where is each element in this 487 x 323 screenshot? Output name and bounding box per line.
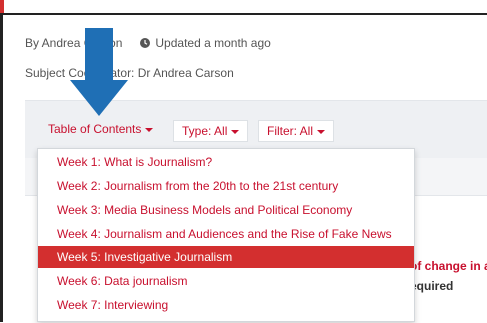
dropdown-item-week-7[interactable]: Week 7: Interviewing (38, 294, 414, 316)
table-of-contents-button[interactable]: Table of Contents (36, 117, 165, 143)
obscured-heading-text: of change in a (410, 259, 487, 273)
top-bar-accent (0, 0, 4, 13)
dropdown-item-week-3[interactable]: Week 3: Media Business Models and Politi… (38, 199, 414, 221)
dropdown-item-week-2[interactable]: Week 2: Journalism from the 20th to the … (38, 175, 414, 197)
chevron-down-icon (231, 129, 240, 134)
type-filter-button[interactable]: Type: All (173, 120, 249, 142)
clock-icon (140, 38, 151, 48)
chevron-down-icon (317, 129, 326, 134)
table-of-contents-dropdown: Week 1: What is Journalism? Week 2: Jour… (37, 148, 415, 322)
filter-button[interactable]: Filter: All (258, 120, 335, 142)
chevron-down-icon (145, 127, 154, 132)
frame-left-border (0, 15, 3, 322)
meta-row: By Andrea Carson Updated a month ago (25, 36, 271, 50)
obscured-required-text: equired (410, 279, 454, 293)
dropdown-item-week-1[interactable]: Week 1: What is Journalism? (38, 151, 414, 173)
filter-label: Filter: All (267, 124, 314, 138)
toc-label: Table of Contents (48, 122, 142, 136)
updated-text: Updated a month ago (155, 36, 271, 50)
dropdown-item-week-6[interactable]: Week 6: Data journalism (38, 270, 414, 292)
arrow-down-icon (70, 28, 128, 116)
dropdown-item-week-5[interactable]: Week 5: Investigative Journalism (38, 246, 414, 268)
top-bar (0, 0, 487, 15)
dropdown-item-week-4[interactable]: Week 4: Journalism and Audiences and the… (38, 223, 414, 245)
type-label: Type: All (182, 124, 228, 138)
